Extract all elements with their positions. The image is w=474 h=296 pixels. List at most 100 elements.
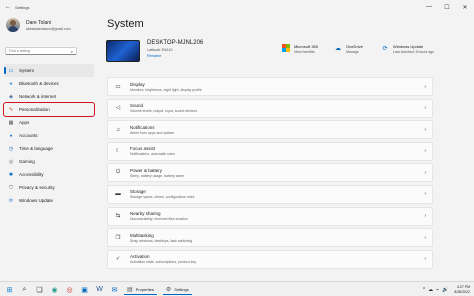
- user-name: Dare Tolani: [26, 19, 52, 26]
- globe-clock-icon: ◷: [8, 145, 14, 152]
- sidebar-item-windows-update[interactable]: ⟳ Windows Update: [4, 194, 94, 207]
- card-subtitle: Notifications, automatic rules: [130, 152, 175, 157]
- card-title: Power & battery: [130, 167, 163, 173]
- sidebar-item-network-internet[interactable]: ◆ Network & internet: [4, 90, 94, 103]
- properties-icon: ▤: [127, 286, 133, 293]
- back-arrow-icon[interactable]: ←: [3, 4, 13, 10]
- sidebar-item-label: Windows Update: [19, 198, 54, 203]
- settings-list: ▭ Display Monitors, brightness, night ligh…: [107, 77, 433, 271]
- system-tray: ^ ☁ ⌁ 🔊 4:27 PM 8/28/2022: [423, 284, 470, 295]
- chevron-right-icon: ›: [424, 148, 426, 155]
- sidebar-item-label: Personalization: [19, 107, 50, 112]
- windows-update-status[interactable]: ⟳ Windows Update Last checked: 5 hours a…: [381, 44, 434, 54]
- sidebar-item-bluetooth-devices[interactable]: ⚹ Bluetooth & devices: [4, 77, 94, 90]
- volume-tray-icon[interactable]: 🔊: [442, 287, 448, 293]
- sidebar-item-system[interactable]: ▭ System: [4, 64, 94, 77]
- settings-card-storage[interactable]: ▬ Storage Storage space, drives, configura…: [107, 184, 433, 204]
- sidebar-item-apps[interactable]: ▦ Apps: [4, 116, 94, 129]
- card-title: Focus assist: [130, 146, 156, 152]
- display-icon: ▭: [115, 83, 121, 90]
- settings-card-multitasking[interactable]: ❐ Multitasking Snap windows, desktops, tas…: [107, 228, 433, 248]
- edge-icon[interactable]: ◉: [49, 284, 60, 295]
- settings-card-nearby-sharing[interactable]: ⇆ Nearby sharing Discoverability, received…: [107, 206, 433, 226]
- search-placeholder: Find a setting: [9, 49, 31, 53]
- wifi-icon: ◆: [9, 93, 13, 100]
- sidebar-item-privacy-security[interactable]: ⛉ Privacy & security: [4, 181, 94, 194]
- task-view-icon[interactable]: ❏: [34, 284, 45, 295]
- power-icon: ⏻: [115, 169, 121, 176]
- rename-link[interactable]: Rename: [147, 54, 203, 58]
- chevron-right-icon: ›: [424, 256, 426, 263]
- start-icon[interactable]: ⊞: [4, 284, 15, 295]
- search-icon[interactable]: ⌕: [19, 284, 30, 295]
- chrome-icon[interactable]: ◎: [64, 284, 75, 295]
- chevron-right-icon: ›: [424, 105, 426, 112]
- sidebar-item-accessibility[interactable]: ✱ Accessibility: [4, 168, 94, 181]
- sidebar-item-personalization[interactable]: ✎ Personalization: [3, 102, 95, 117]
- moon-icon: ☾: [115, 148, 121, 155]
- settings-icon: ⚙: [165, 286, 172, 293]
- bluetooth-icon: ⚹: [9, 80, 13, 87]
- taskbar-app-label: Settings: [174, 286, 189, 292]
- status-title: Microsoft 365: [294, 44, 319, 49]
- card-subtitle: Volume levels, output, input, sound devi…: [130, 109, 198, 114]
- card-title: Sound: [130, 103, 144, 109]
- settings-card-notifications[interactable]: ♫ Notifications Alerts from apps and syste…: [107, 120, 433, 140]
- sidebar-item-label: Gaming: [19, 159, 35, 164]
- onedrive-tray-icon[interactable]: ☁: [428, 287, 433, 293]
- status-title: OneDrive: [346, 44, 363, 49]
- clock-date: 8/28/2022: [454, 289, 470, 294]
- chevron-right-icon: ›: [424, 126, 426, 133]
- mail-icon[interactable]: ✉: [109, 284, 120, 295]
- card-title: Multitasking: [130, 232, 154, 238]
- word-icon[interactable]: W: [94, 284, 105, 295]
- sidebar-item-label: Apps: [19, 120, 30, 125]
- storage-icon: ▬: [115, 191, 121, 198]
- minimize-button[interactable]: —: [420, 0, 438, 14]
- apps-icon: ▦: [8, 119, 14, 126]
- card-title: Storage: [130, 189, 146, 195]
- accessibility-icon: ✱: [8, 171, 14, 178]
- settings-card-sound[interactable]: ◁ Sound Volume levels, output, input, soun…: [107, 98, 433, 118]
- clock[interactable]: 4:27 PM 8/28/2022: [454, 285, 470, 294]
- settings-card-focus-assist[interactable]: ☾ Focus assist Notifications, automatic ru…: [107, 141, 433, 161]
- network-tray-icon[interactable]: ⌁: [436, 287, 439, 293]
- taskbar-app-properties[interactable]: ▤ Properties: [124, 284, 157, 295]
- cloud-icon: ☁: [335, 45, 341, 52]
- window-controls: — ☐ ✕: [420, 0, 474, 14]
- check-icon: ✓: [115, 256, 121, 263]
- search-input[interactable]: Find a setting ⌕: [5, 47, 77, 55]
- bell-icon: ♫: [115, 126, 121, 133]
- card-subtitle: Alerts from apps and system: [130, 130, 175, 135]
- sidebar-item-gaming[interactable]: ◎ Gaming: [4, 155, 94, 168]
- settings-card-display[interactable]: ▭ Display Monitors, brightness, night ligh…: [107, 77, 433, 96]
- tray-overflow-icon[interactable]: ^: [423, 287, 425, 293]
- settings-card-power-battery[interactable]: ⏻ Power & battery Sleep, battery usage, ba…: [107, 163, 433, 183]
- taskbar-app-settings[interactable]: ⚙ Settings: [162, 284, 192, 295]
- card-subtitle: Storage space, drives, configuration rul…: [130, 195, 195, 200]
- device-name: DESKTOP-MJNL206: [147, 40, 204, 46]
- sidebar-item-accounts[interactable]: ● Accounts: [4, 129, 94, 142]
- close-button[interactable]: ✕: [456, 0, 474, 14]
- microsoft-365-status[interactable]: Microsoft 365 View benefits: [282, 44, 318, 54]
- maximize-button[interactable]: ☐: [438, 0, 456, 14]
- avatar: [6, 18, 20, 32]
- taskbar-app-label: Properties: [135, 286, 154, 292]
- user-profile[interactable]: Dare Tolani akinaladealacco@gmail.com: [6, 18, 71, 32]
- clock-time: 4:27 PM: [456, 285, 470, 289]
- sidebar-item-time-language[interactable]: ◷ Time & language: [4, 142, 94, 155]
- card-title: Notifications: [130, 124, 155, 130]
- card-title: Nearby sharing: [130, 211, 161, 217]
- sidebar: Dare Tolani akinaladealacco@gmail.com Fi…: [0, 14, 96, 269]
- card-subtitle: Sleep, battery usage, battery saver: [130, 173, 185, 178]
- update-icon: ⟳: [382, 45, 388, 52]
- main-content: System DESKTOP-MJNL206 Latitude E5410 Re…: [96, 14, 474, 269]
- device-info: DESKTOP-MJNL206 Latitude E5410 Rename: [106, 40, 203, 62]
- settings-card-activation[interactable]: ✓ Activation Activation state, subscriptio…: [107, 249, 433, 269]
- status-subtitle: Manage: [346, 50, 359, 54]
- chevron-right-icon: ›: [424, 83, 426, 90]
- sidebar-item-label: Bluetooth & devices: [19, 81, 59, 86]
- onedrive-status[interactable]: ☁ OneDrive Manage: [334, 44, 363, 54]
- store-icon[interactable]: ▣: [79, 284, 90, 295]
- sidebar-item-label: Time & language: [19, 146, 53, 151]
